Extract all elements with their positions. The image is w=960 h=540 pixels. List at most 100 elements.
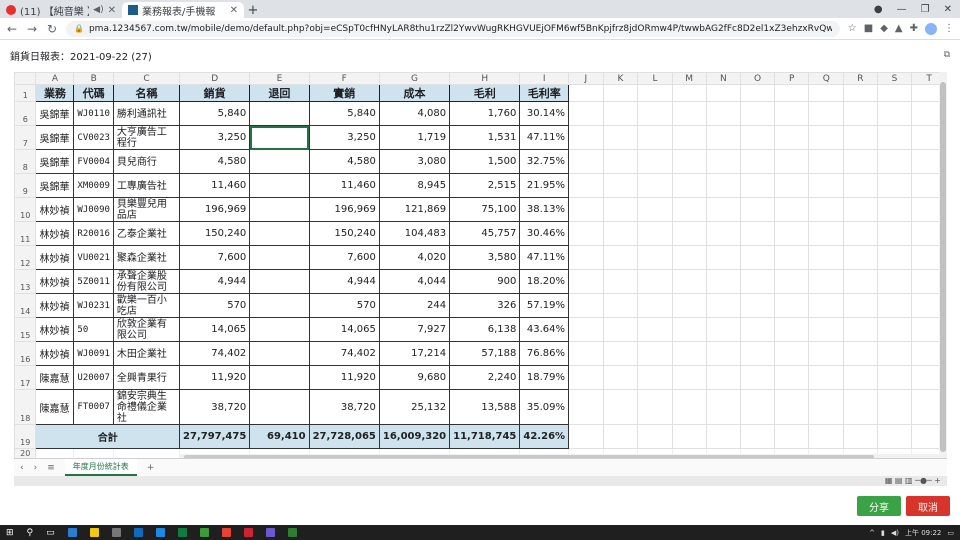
table-cell[interactable] — [249, 221, 310, 246]
empty-cell[interactable] — [843, 389, 878, 425]
empty-cell[interactable] — [705, 221, 742, 246]
total-label[interactable]: 合計 — [35, 424, 181, 449]
empty-cell[interactable] — [568, 125, 604, 150]
empty-cell[interactable] — [740, 149, 775, 174]
column-header[interactable]: K — [602, 72, 639, 85]
table-cell[interactable]: 林妙禎 — [35, 269, 75, 294]
empty-cell[interactable] — [705, 365, 742, 390]
table-cell[interactable] — [249, 365, 310, 390]
empty-cell[interactable] — [637, 389, 673, 425]
empty-cell[interactable] — [876, 317, 913, 342]
column-title[interactable]: 毛利 — [449, 84, 521, 102]
empty-cell[interactable] — [602, 317, 639, 342]
row-header[interactable]: 15 — [14, 317, 37, 342]
reload-icon[interactable]: ↻ — [46, 22, 58, 36]
empty-cell[interactable] — [671, 269, 707, 294]
table-cell[interactable] — [249, 389, 310, 425]
row-header[interactable]: 8 — [14, 149, 37, 174]
empty-cell[interactable] — [602, 245, 639, 270]
empty-cell[interactable] — [740, 245, 775, 270]
empty-cell[interactable] — [705, 293, 742, 318]
empty-cell[interactable] — [740, 341, 775, 366]
table-cell[interactable]: 林妙禎 — [35, 197, 75, 222]
empty-cell[interactable] — [637, 245, 673, 270]
empty-cell[interactable] — [773, 389, 810, 425]
menu-icon[interactable]: ⋮ — [944, 23, 954, 34]
table-cell[interactable]: 1,719 — [378, 125, 451, 150]
table-cell[interactable]: 50 — [73, 317, 114, 342]
empty-cell[interactable] — [740, 389, 775, 425]
empty-cell[interactable] — [773, 125, 810, 150]
empty-cell[interactable] — [808, 221, 845, 246]
empty-cell[interactable] — [876, 245, 913, 270]
empty-cell[interactable] — [671, 125, 707, 150]
empty-cell[interactable] — [843, 269, 878, 294]
empty-cell[interactable] — [568, 84, 604, 102]
table-cell[interactable] — [249, 173, 310, 198]
empty-cell[interactable] — [808, 389, 845, 425]
empty-cell[interactable] — [568, 365, 604, 390]
empty-cell[interactable] — [568, 221, 604, 246]
table-cell[interactable]: 勝利通訊社 — [112, 101, 181, 126]
empty-cell[interactable] — [773, 317, 810, 342]
column-header[interactable]: H — [449, 72, 521, 85]
edge-icon[interactable] — [67, 528, 77, 537]
table-cell[interactable]: 25,132 — [378, 389, 451, 425]
empty-cell[interactable] — [671, 317, 707, 342]
search-icon[interactable]: ⚲ — [27, 528, 34, 538]
empty-cell[interactable] — [843, 125, 878, 150]
empty-cell[interactable] — [602, 173, 639, 198]
row-header[interactable]: 6 — [14, 101, 37, 126]
empty-cell[interactable] — [637, 341, 673, 366]
table-cell[interactable]: 1,500 — [449, 149, 521, 174]
puzzle-icon[interactable]: ✚ — [910, 23, 918, 34]
empty-cell[interactable] — [602, 389, 639, 425]
next-sheet-icon[interactable]: › — [34, 463, 38, 473]
table-cell[interactable]: 30.14% — [519, 101, 570, 126]
add-sheet-button[interactable]: + — [147, 463, 155, 473]
table-cell[interactable]: XM0009 — [73, 173, 114, 198]
table-cell[interactable]: 3,250 — [308, 125, 380, 150]
empty-cell[interactable] — [773, 173, 810, 198]
empty-cell[interactable] — [773, 221, 810, 246]
row-header[interactable]: 14 — [14, 293, 37, 318]
empty-cell[interactable] — [568, 197, 604, 222]
scroll-thumb[interactable] — [940, 82, 946, 452]
total-cell[interactable]: 11,718,745 — [449, 424, 521, 449]
table-cell[interactable]: 11,460 — [179, 173, 251, 198]
select-all-corner[interactable] — [14, 72, 37, 85]
column-header[interactable]: F — [308, 72, 380, 85]
empty-cell[interactable] — [705, 317, 742, 342]
table-cell[interactable]: 14,065 — [308, 317, 380, 342]
prev-sheet-icon[interactable]: ‹ — [20, 463, 24, 473]
empty-cell[interactable] — [637, 365, 673, 390]
empty-cell[interactable] — [705, 149, 742, 174]
empty-cell[interactable] — [637, 293, 673, 318]
clock[interactable]: 上午 09:22 — [905, 528, 941, 538]
table-cell[interactable]: 76.86% — [519, 341, 570, 366]
table-cell[interactable]: R20016 — [73, 221, 114, 246]
empty-cell[interactable] — [843, 245, 878, 270]
tray-arrow-icon[interactable]: ^ — [869, 529, 875, 537]
empty-cell[interactable] — [740, 269, 775, 294]
column-title[interactable]: 代碼 — [73, 84, 114, 102]
extension-icon[interactable]: ■ — [864, 23, 873, 34]
empty-cell[interactable] — [740, 365, 775, 390]
table-cell[interactable]: 47.11% — [519, 125, 570, 150]
table-cell[interactable]: 乙泰企業社 — [112, 221, 181, 246]
row-header[interactable]: 20 — [14, 448, 37, 458]
table-cell[interactable]: 3,250 — [179, 125, 251, 150]
table-cell[interactable]: 吳錦華 — [35, 101, 75, 126]
table-cell[interactable]: 7,600 — [179, 245, 251, 270]
empty-cell[interactable] — [637, 317, 673, 342]
empty-cell[interactable] — [740, 84, 775, 102]
row-header[interactable]: 17 — [14, 365, 37, 390]
empty-cell[interactable] — [671, 424, 707, 449]
column-title[interactable]: 退回 — [249, 84, 310, 102]
file-explorer-icon[interactable] — [89, 528, 99, 537]
extension-icon[interactable]: ▲ — [895, 23, 903, 34]
empty-cell[interactable] — [876, 341, 913, 366]
empty-cell[interactable] — [843, 197, 878, 222]
back-icon[interactable]: ← — [6, 22, 18, 36]
row-header[interactable]: 16 — [14, 341, 37, 366]
